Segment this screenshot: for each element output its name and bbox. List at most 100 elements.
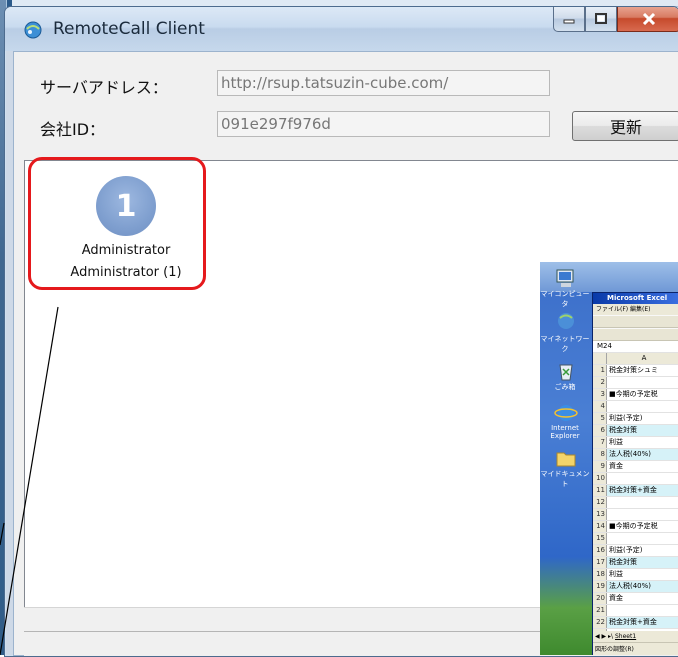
excel-row: 6 税金対策 [593,425,678,437]
excel-row-number: 11 [593,485,607,496]
excel-row-number: 1 [593,365,607,376]
excel-row: 3 ■今期の予定税 [593,389,678,401]
company-id-field[interactable]: 091e297f976d [217,111,550,137]
my-documents-icon [556,452,576,467]
excel-row-number: 5 [593,413,607,424]
excel-row-number: 18 [593,569,607,580]
excel-col-header: A [607,353,678,364]
excel-rows: 1 税金対策シュミ 2 3 ■今期の予定税 4 5 利益(予定) 6 税金対策 7 利益 8 法人税(40… [593,365,678,641]
desktop-icon-label: マイコンピュータ [540,290,590,308]
excel-row: 13 [593,509,678,521]
excel-menu: ファイル(F) 編集(E) [593,304,678,315]
excel-toolbar [593,315,678,328]
excel-row: 1 税金対策シュミ [593,365,678,377]
excel-row: 16 利益(予定) [593,545,678,557]
excel-row: 20 資金 [593,593,678,605]
excel-cell[interactable] [607,509,678,520]
excel-row: 5 利益(予定) [593,413,678,425]
internet-explorer-icon [554,405,578,421]
caption-buttons [553,7,678,33]
excel-cell[interactable]: 利益 [607,569,678,580]
excel-cell[interactable]: 利益(予定) [607,413,678,424]
excel-row: 8 法人税(40%) [593,449,678,461]
company-id-label: 会社ID： [40,120,106,139]
excel-row-number: 22 [593,617,607,628]
excel-cell[interactable] [607,605,678,616]
update-button[interactable]: 更新 [572,111,678,141]
excel-row-number: 13 [593,509,607,520]
excel-row: 22 税金対策+資金 [593,617,678,629]
excel-row: 10 [593,473,678,485]
desktop-icon-label: マイネットワーク [540,335,590,353]
excel-cell[interactable] [607,377,678,388]
excel-cell[interactable]: 税金対策 [607,425,678,436]
excel-cell[interactable]: 税金対策+資金 [607,617,678,628]
my-computer-icon [556,269,574,287]
desktop-icon-label: Internet Explorer [550,424,580,440]
minimize-icon [563,19,575,23]
excel-row-number: 9 [593,461,607,472]
network-icon [558,313,574,329]
excel-row-number: 16 [593,545,607,556]
excel-row-number: 10 [593,473,607,484]
excel-row: 15 [593,533,678,545]
excel-cell[interactable]: 法人税(40%) [607,581,678,592]
excel-cell[interactable]: 利益 [607,437,678,448]
excel-row-number: 6 [593,425,607,436]
excel-window: Microsoft Excel ファイル(F) 編集(E) M24 A 1 税金対… [592,292,678,655]
excel-cell[interactable] [607,497,678,508]
desktop-icon-label: マイドキュメント [540,470,590,488]
maximize-button[interactable] [585,7,617,32]
excel-cell-ref: M24 [597,342,612,350]
excel-row: 4 [593,401,678,413]
excel-cell[interactable]: 利益(予定) [607,545,678,556]
title-bar[interactable]: RemoteCall Client [5,7,678,51]
excel-cell[interactable]: 資金 [607,461,678,472]
excel-row-number: 8 [593,449,607,460]
close-icon [642,12,656,25]
server-address-field[interactable]: http://rsup.tatsuzin-cube.com/ [217,70,550,96]
excel-toolbar-2 [593,328,678,341]
excel-sheet-tab[interactable]: Sheet1 [615,633,636,640]
excel-row-number: 7 [593,437,607,448]
excel-cell[interactable] [607,473,678,484]
remotecall-app-icon [24,21,42,39]
excel-row-number: 19 [593,581,607,592]
server-address-label: サーバアドレス： [40,78,168,97]
excel-row-number: 4 [593,401,607,412]
excel-row: 19 法人税(40%) [593,581,678,593]
excel-row: 7 利益 [593,437,678,449]
excel-cell[interactable] [607,533,678,544]
excel-row: 2 [593,377,678,389]
excel-sheet-tabs: ◀ ▶ ▸\ Sheet1 [593,631,678,642]
excel-row: 12 [593,497,678,509]
excel-row-number: 12 [593,497,607,508]
remote-desktop-thumbnail: マイコンピュータ マイネットワーク ごみ箱 Internet Explorer … [540,262,678,655]
excel-cell[interactable]: ■今期の予定税 [607,389,678,400]
excel-drawing-bar: 図形の調整(R) [593,642,678,655]
recycle-bin-icon [559,364,573,381]
excel-row: 18 利益 [593,569,678,581]
excel-row-number: 20 [593,593,607,604]
desktop-icon-label: ごみ箱 [554,383,576,391]
excel-row: 17 税金対策 [593,557,678,569]
excel-row-number: 17 [593,557,607,568]
excel-row-number: 21 [593,605,607,616]
excel-row: 9 資金 [593,461,678,473]
excel-row-number: 3 [593,389,607,400]
excel-cell[interactable]: ■今期の予定税 [607,521,678,532]
excel-cell[interactable]: 資金 [607,593,678,604]
annotation-highlight [28,157,206,290]
excel-cell[interactable]: 税金対策+資金 [607,485,678,496]
excel-cell[interactable]: 法人税(40%) [607,449,678,460]
excel-row: 21 [593,605,678,617]
excel-cell[interactable] [607,401,678,412]
maximize-icon [595,13,607,24]
excel-row-number: 14 [593,521,607,532]
close-button[interactable] [617,7,678,32]
excel-row-number: 15 [593,533,607,544]
minimize-button[interactable] [553,7,585,32]
window-title: RemoteCall Client [53,19,205,39]
excel-cell[interactable]: 税金対策 [607,557,678,568]
excel-cell[interactable]: 税金対策シュミ [607,365,678,376]
